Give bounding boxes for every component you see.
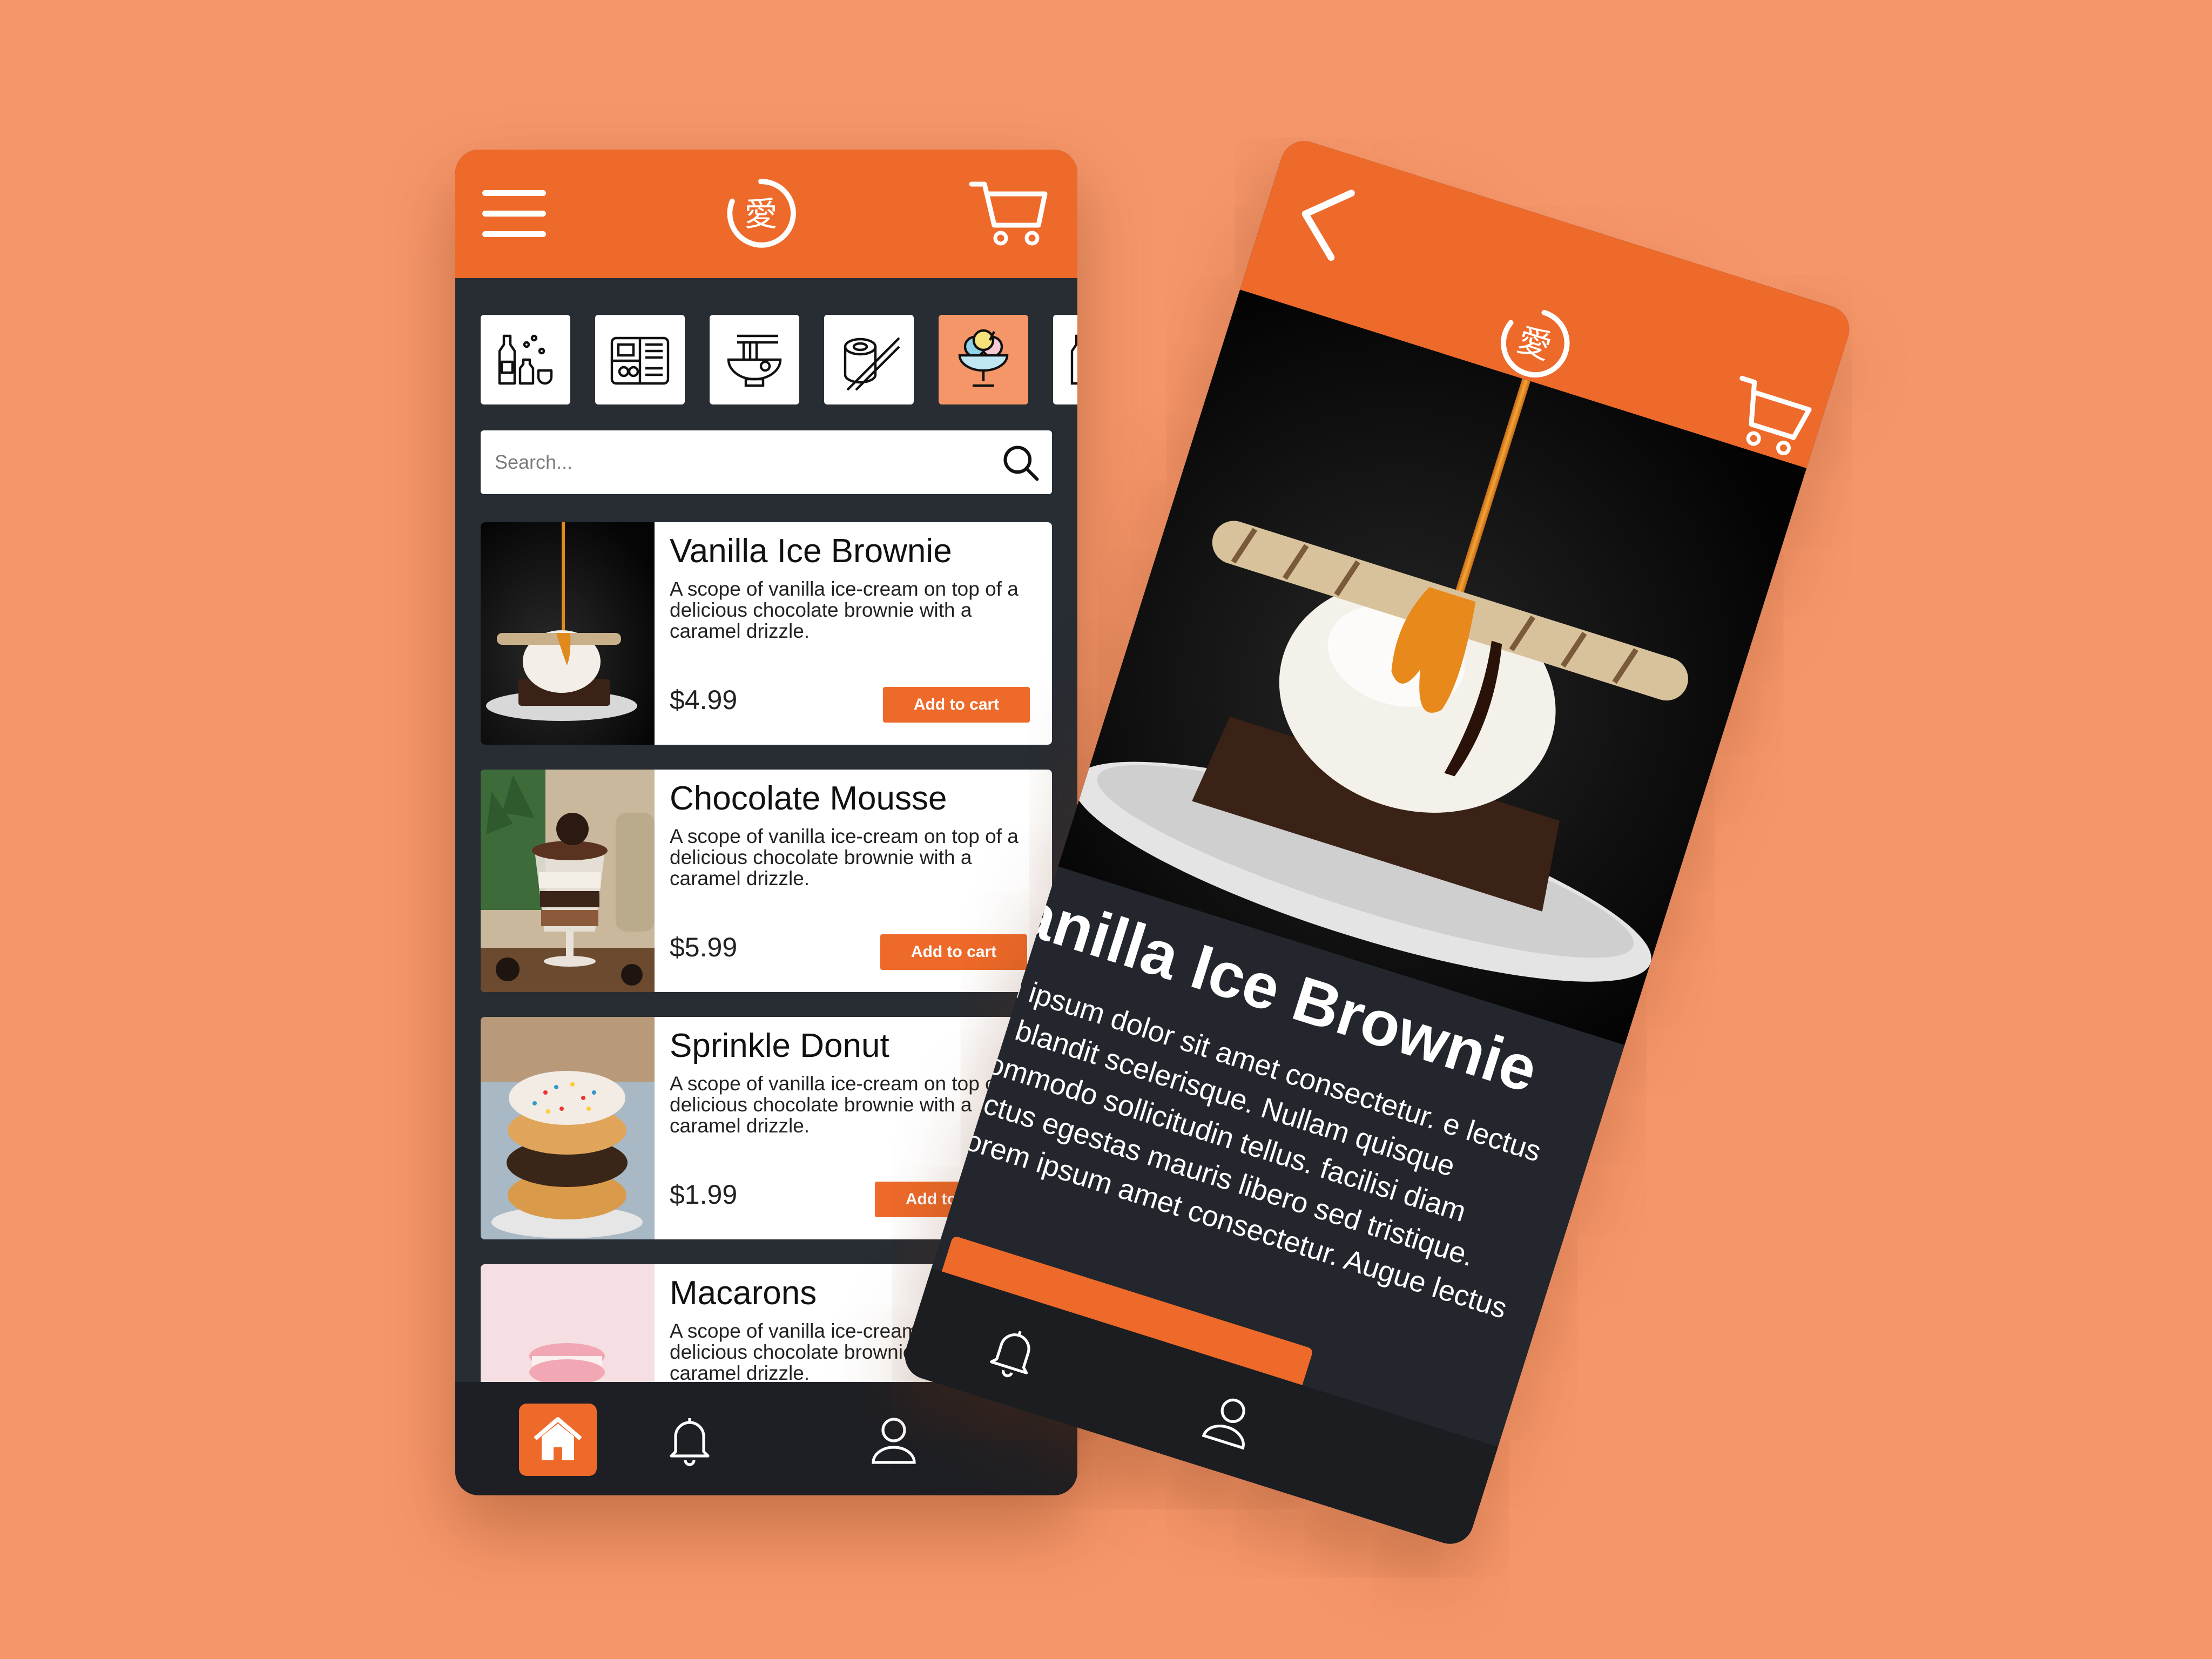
kanji-logo-icon: 愛 [723, 176, 799, 251]
svg-text:愛: 愛 [744, 194, 778, 233]
nav-profile[interactable] [1182, 1374, 1278, 1466]
cart-icon[interactable] [968, 178, 1049, 248]
search-bar[interactable] [481, 430, 1052, 494]
category-bar [481, 315, 1077, 404]
product-image [481, 770, 655, 992]
nav-home[interactable] [519, 1404, 597, 1476]
product-title: Macarons [670, 1274, 817, 1312]
product-card[interactable]: Chocolate Mousse A scope of vanilla ice-… [481, 770, 1052, 992]
user-icon [1202, 1398, 1245, 1450]
product-price: $5.99 [670, 932, 738, 962]
nav-profile[interactable] [855, 1404, 933, 1476]
category-more[interactable] [1053, 315, 1077, 404]
sushi-icon [844, 337, 900, 391]
bento-icon [610, 336, 670, 385]
category-ice-cream[interactable] [939, 315, 1028, 404]
svg-text:愛: 愛 [1513, 320, 1556, 367]
product-description: A scope of vanilla ice-cream on top of a… [670, 825, 1019, 889]
search-icon[interactable] [1000, 442, 1041, 483]
back-arrow-icon[interactable] [1284, 172, 1365, 267]
bell-icon [670, 1418, 710, 1466]
noodles-icon [727, 334, 782, 387]
category-sushi[interactable] [824, 315, 914, 404]
product-image [481, 522, 655, 745]
product-price: $4.99 [670, 685, 738, 715]
hamburger-icon[interactable] [482, 190, 546, 239]
drinks-icon [498, 334, 553, 385]
bottom-nav [455, 1382, 1077, 1495]
add-to-cart-button[interactable]: Add to cart [880, 934, 1027, 970]
nav-notifications[interactable] [651, 1404, 729, 1476]
product-title: Sprinkle Donut [670, 1027, 889, 1064]
app-header: 愛 [455, 150, 1077, 278]
product-description: A scope of vanilla ice-cream on top of a… [670, 1073, 1019, 1137]
product-card[interactable]: Vanilla Ice Brownie A scope of vanilla i… [481, 522, 1052, 745]
bell-icon [990, 1331, 1030, 1378]
category-drinks[interactable] [481, 315, 570, 404]
user-icon [872, 1418, 916, 1464]
nav-notifications[interactable] [966, 1306, 1062, 1398]
product-image [481, 1017, 655, 1239]
home-icon [534, 1417, 582, 1460]
product-price: $1.99 [670, 1179, 738, 1210]
search-input[interactable] [494, 446, 982, 479]
category-bento[interactable] [595, 315, 685, 404]
category-noodles[interactable] [710, 315, 799, 404]
product-title: Chocolate Mousse [670, 780, 947, 817]
product-title: Vanilla Ice Brownie [670, 532, 952, 570]
ice-cream-icon [958, 329, 1009, 387]
product-description: A scope of vanilla ice-cream on top of a… [670, 578, 1019, 642]
more-category-icon [1070, 334, 1077, 385]
add-to-cart-button[interactable]: Add to cart [883, 687, 1030, 723]
